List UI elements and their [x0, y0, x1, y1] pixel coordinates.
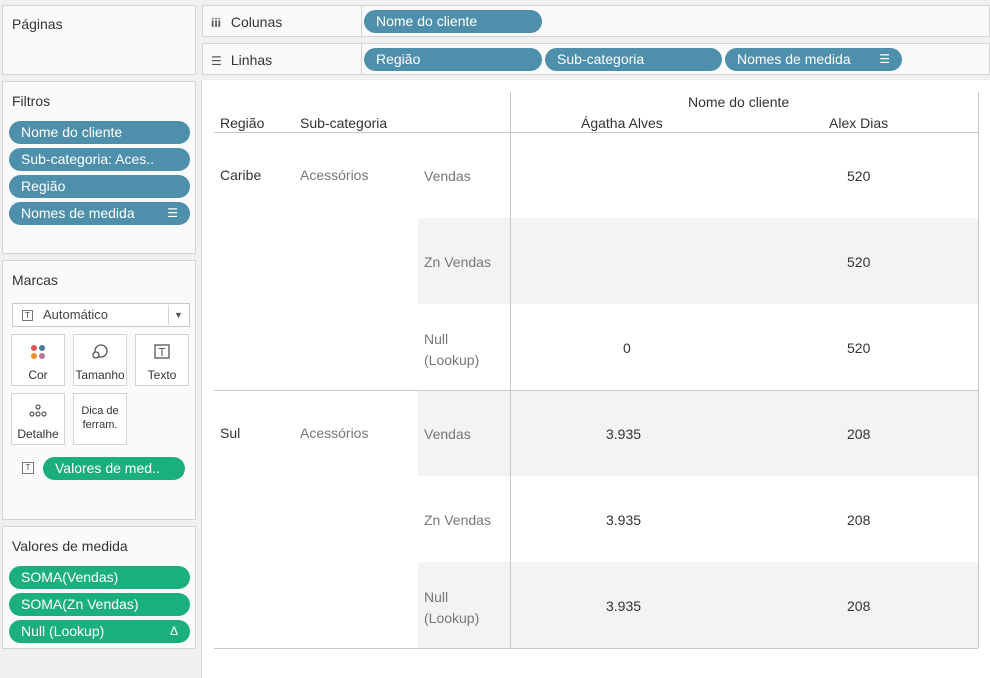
column-header-customer: Alex Dias	[829, 115, 889, 131]
columns-shelf[interactable]: iii Colunas Nome do cliente	[202, 5, 990, 37]
columns-shelf-label: iii Colunas	[211, 14, 283, 30]
filter-pill-subcategory[interactable]: Sub-categoria: Aces..	[9, 148, 190, 171]
header-divider	[214, 132, 978, 133]
detail-label: Detalhe	[17, 427, 59, 441]
filter-pill-region[interactable]: Região	[9, 175, 190, 198]
row-header-region: Região	[220, 115, 265, 131]
pages-title: Páginas	[12, 16, 63, 32]
measure-values-title: Valores de medida	[12, 538, 128, 554]
size-circles-icon	[74, 343, 126, 361]
text-box-icon: T	[136, 343, 188, 361]
value-cell: 520	[847, 254, 871, 270]
value-cell: 520	[847, 168, 871, 184]
size-label: Tamanho	[75, 368, 125, 382]
pages-card[interactable]: Páginas	[2, 5, 196, 75]
filters-title: Filtros	[12, 93, 51, 109]
table-bottom-line	[214, 648, 978, 649]
delta-icon: Δ	[169, 624, 178, 638]
svg-text:T: T	[158, 346, 166, 359]
value-cell: 0	[623, 340, 631, 356]
rows-pill-subcategory[interactable]: Sub-categoria	[545, 48, 722, 71]
column-header-title: Nome do cliente	[688, 94, 790, 110]
row-header-subcategory: Sub-categoria	[300, 115, 388, 131]
text-mark-icon: T	[22, 310, 33, 321]
filter-pill-measure-names[interactable]: Nomes de medida ☰	[9, 202, 190, 225]
measure-pill-null-lookup[interactable]: Null (Lookup) Δ	[9, 620, 190, 643]
size-button[interactable]: Tamanho	[73, 334, 127, 386]
mark-type-label: Automático	[43, 307, 109, 322]
text-shelf-icon: T	[22, 462, 34, 474]
detail-button[interactable]: Detalhe	[11, 393, 65, 445]
marks-text-pill[interactable]: Valores de med..	[43, 457, 185, 480]
measure-pill-zn-sales[interactable]: SOMA(Zn Vendas)	[9, 593, 190, 616]
row-band	[418, 562, 978, 648]
region-label: Caribe	[220, 167, 262, 183]
text-button[interactable]: T Texto	[135, 334, 189, 386]
text-label: Texto	[147, 368, 177, 382]
tooltip-button[interactable]: Dica de ferram.	[73, 393, 127, 445]
columns-pill-customer[interactable]: Nome do cliente	[364, 10, 542, 33]
detail-dots-icon	[12, 402, 64, 420]
rows-shelf-label: ☰ Linhas	[211, 52, 273, 68]
measure-values-card: Valores de medida SOMA(Vendas) SOMA(Zn V…	[2, 526, 196, 649]
columns-icon: iii	[211, 16, 222, 30]
pane-divider	[510, 92, 511, 648]
rows-pill-measure-names[interactable]: Nomes de medida ☰	[725, 48, 902, 71]
rows-shelf[interactable]: ☰ Linhas Região Sub-categoria Nomes de m…	[202, 43, 990, 75]
sort-icon: ☰	[167, 206, 178, 220]
value-cell: 520	[847, 340, 871, 356]
row-band	[418, 390, 978, 476]
measure-name: Null (Lookup)	[424, 589, 480, 626]
region-divider	[214, 390, 978, 391]
color-dots-icon	[12, 343, 64, 361]
measure-name: Null (Lookup)	[424, 331, 480, 368]
value-cell: 208	[847, 426, 871, 442]
marks-title: Marcas	[12, 272, 58, 288]
tooltip-label: Dica de ferram.	[81, 405, 119, 431]
color-button[interactable]: Cor	[11, 334, 65, 386]
measure-pill-sales[interactable]: SOMA(Vendas)	[9, 566, 190, 589]
measure-name: Zn Vendas	[424, 254, 491, 270]
region-label: Sul	[220, 425, 241, 441]
subcategory-label: Acessórios	[300, 425, 369, 441]
sort-icon: ☰	[879, 52, 890, 66]
measure-name: Zn Vendas	[424, 512, 491, 528]
value-cell: 3.935	[606, 598, 642, 614]
rows-pill-region[interactable]: Região	[364, 48, 542, 71]
value-cell: 3.935	[606, 512, 642, 528]
value-cell: 208	[847, 598, 871, 614]
subcategory-label: Acessórios	[300, 167, 369, 183]
column-header-customer: Ágatha Alves	[581, 115, 663, 131]
filters-card: Filtros Nome do cliente Sub-categoria: A…	[2, 81, 196, 254]
measure-name: Vendas	[424, 168, 471, 184]
mark-type-dropdown[interactable]: T Automático ▼	[12, 303, 190, 327]
filter-pill-customer[interactable]: Nome do cliente	[9, 121, 190, 144]
marks-card: Marcas T Automático ▼ Cor Tamanho T Text…	[2, 260, 196, 520]
value-cell: 3.935	[606, 426, 642, 442]
measure-name: Vendas	[424, 426, 471, 442]
rows-icon: ☰	[211, 54, 222, 68]
row-band	[418, 218, 978, 304]
table-right-line	[978, 92, 979, 648]
chevron-down-icon: ▼	[168, 305, 188, 325]
value-cell: 208	[847, 512, 871, 528]
color-label: Cor	[28, 368, 48, 382]
crosstab-view: Nome do cliente Região Sub-categoria Ága…	[201, 80, 990, 678]
